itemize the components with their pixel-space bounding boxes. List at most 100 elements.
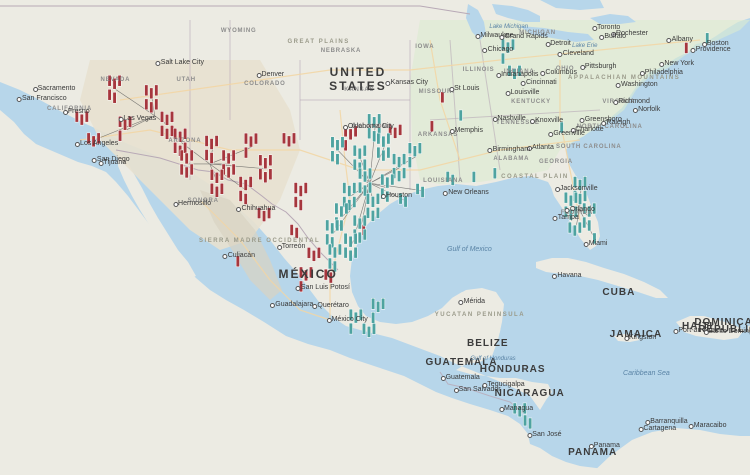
marker-teal[interactable] [372,116,377,129]
marker-red[interactable] [253,132,258,145]
marker-red[interactable] [323,268,328,281]
marker-red[interactable] [123,118,128,131]
marker-teal[interactable] [412,145,417,157]
marker-cluster-teal[interactable] [592,232,597,245]
marker-teal[interactable] [407,156,412,168]
marker-teal[interactable] [353,232,358,245]
marker-teal[interactable] [583,176,588,188]
marker-red[interactable] [298,185,303,197]
marker-red[interactable] [299,266,303,279]
marker-red[interactable] [257,207,262,219]
marker-teal[interactable] [492,167,497,180]
marker-teal[interactable] [375,193,380,205]
marker-red[interactable] [179,163,184,176]
marker-red[interactable] [440,91,445,104]
marker-teal[interactable] [402,153,407,165]
marker-teal[interactable] [583,190,588,202]
marker-red[interactable] [267,207,272,219]
marker-teal[interactable] [407,142,412,154]
marker-teal[interactable] [357,231,362,244]
marker-red[interactable] [226,166,231,179]
marker-red[interactable] [343,125,348,138]
marker-teal[interactable] [567,221,572,234]
marker-red[interactable] [293,196,298,208]
marker-teal[interactable] [362,228,367,241]
marker-teal[interactable] [587,219,592,232]
marker-teal[interactable] [375,207,380,219]
marker-teal[interactable] [367,127,372,140]
marker-cluster-red[interactable] [440,91,445,104]
marker-cluster-red[interactable] [144,84,159,114]
marker-teal[interactable] [339,219,344,232]
marker-red[interactable] [348,128,353,141]
marker-red[interactable] [189,163,194,176]
marker-cluster-teal[interactable] [343,232,358,262]
marker-cluster-red[interactable] [684,42,689,54]
marker-red[interactable] [91,135,96,148]
marker-red[interactable] [144,84,149,97]
marker-teal[interactable] [348,235,353,248]
marker-teal[interactable] [578,179,583,191]
marker-red[interactable] [306,247,311,259]
marker-teal[interactable] [512,402,517,415]
marker-red[interactable] [282,132,286,145]
marker-teal[interactable] [370,210,375,222]
marker-teal[interactable] [347,185,352,197]
marker-teal[interactable] [582,216,587,229]
marker-teal[interactable] [500,38,505,51]
marker-red[interactable] [160,125,164,137]
marker-red[interactable] [74,110,79,123]
marker-teal[interactable] [362,323,366,335]
marker-teal[interactable] [335,153,340,165]
marker-red[interactable] [243,132,248,145]
marker-red[interactable] [189,149,194,162]
marker-red[interactable] [268,154,273,167]
marker-red[interactable] [173,128,178,140]
marker-teal[interactable] [362,214,367,227]
marker-teal[interactable] [377,113,382,126]
marker-cluster-teal[interactable] [458,109,463,122]
marker-red[interactable] [429,120,434,133]
marker-red[interactable] [258,154,263,167]
marker-red[interactable] [243,179,248,191]
marker-teal[interactable] [381,297,386,310]
marker-red[interactable] [128,115,133,128]
marker-teal[interactable] [372,130,377,143]
marker-red[interactable] [204,135,209,147]
marker-teal[interactable] [352,214,357,227]
marker-teal[interactable] [368,167,372,180]
marker-cluster-teal[interactable] [365,193,380,222]
marker-teal[interactable] [327,243,332,256]
marker-red[interactable] [231,163,236,176]
marker-teal[interactable] [335,139,340,151]
marker-red[interactable] [214,171,219,184]
marker-red[interactable] [219,182,224,195]
marker-teal[interactable] [358,308,363,321]
marker-teal[interactable] [522,402,527,415]
marker-red[interactable] [209,168,214,181]
marker-red[interactable] [204,149,209,161]
marker-cluster-red[interactable] [209,168,224,198]
marker-red[interactable] [268,168,273,181]
marker-red[interactable] [79,113,84,126]
map-view[interactable]: WYOMING NEBRASKA IOWA ILLINOIS INDIANA OHIO MI… [0,0,750,475]
marker-teal[interactable] [417,142,422,154]
marker-red[interactable] [179,149,184,162]
marker-cluster-red[interactable] [160,111,174,140]
marker-teal[interactable] [327,257,332,270]
marker-teal[interactable] [376,146,381,159]
marker-teal[interactable] [450,174,455,186]
marker-teal[interactable] [573,176,578,188]
marker-cluster-teal[interactable] [559,121,564,134]
marker-red[interactable] [214,135,219,147]
marker-teal[interactable] [390,173,395,186]
marker-teal[interactable] [344,202,349,215]
marker-teal[interactable] [376,132,381,145]
marker-red[interactable] [107,88,112,101]
marker-red[interactable] [299,280,303,293]
marker-teal[interactable] [348,249,353,262]
marker-red[interactable] [328,271,333,284]
marker-teal[interactable] [397,156,402,168]
marker-red[interactable] [209,138,214,150]
marker-teal[interactable] [357,147,362,160]
